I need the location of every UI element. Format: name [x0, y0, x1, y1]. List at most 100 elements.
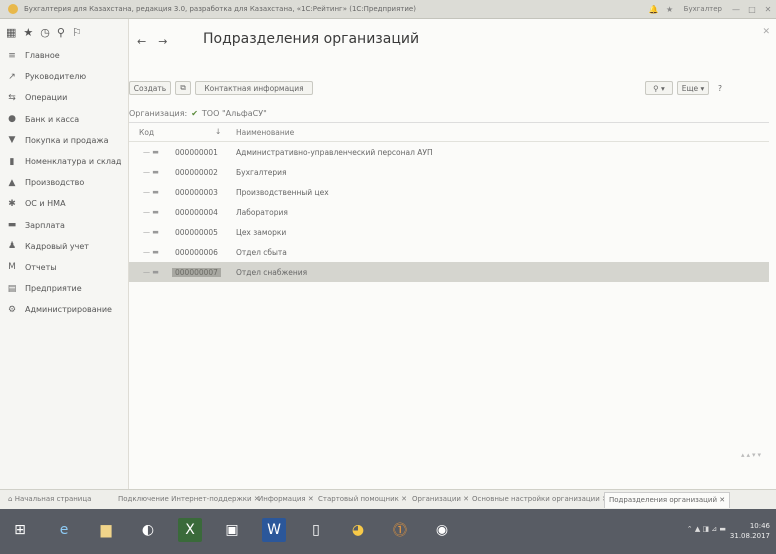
cell-name: Отдел сбыта [236, 248, 287, 257]
tab-close-icon[interactable]: ✕ [308, 495, 314, 503]
clock-date: 31.08.2017 [729, 532, 770, 540]
home-icon: ⌂ [8, 495, 13, 503]
tab-close-icon[interactable]: ✕ [463, 495, 469, 503]
photo-app-icon[interactable]: ▣ [220, 518, 244, 542]
tab-close-icon[interactable]: ✕ [401, 495, 407, 503]
cell-code: 000000003 [175, 188, 218, 197]
assets-icon: ✱ [8, 198, 16, 209]
copy-button[interactable]: ⧉ [175, 81, 191, 95]
tab-close-icon[interactable]: ✕ [719, 496, 725, 504]
sidebar-item-label: Руководителю [25, 72, 87, 82]
element-icon: — ▬ [143, 268, 159, 276]
tab-information[interactable]: Информация ✕ [258, 495, 314, 503]
admin-icon: ⚙ [7, 304, 17, 315]
close-form-icon[interactable]: ✕ [762, 27, 770, 37]
star-icon[interactable]: ★ [662, 5, 678, 14]
sidebar-item-label: Кадровый учет [25, 241, 89, 251]
bell-icon[interactable]: ⚐ [72, 26, 82, 39]
browser-icon[interactable]: ◉ [430, 518, 454, 542]
search-button[interactable]: ⚲ ▾ [645, 81, 673, 95]
sidebar-item-admin[interactable]: ⚙ Администрирование [0, 299, 128, 320]
forward-arrow-icon[interactable]: → [158, 35, 167, 48]
tab-departments-active[interactable]: Подразделения организаций ✕ [604, 492, 731, 508]
sidebar-toolbar: ▦ ★ ◷ ⚲ ⚐ [0, 19, 128, 45]
current-user[interactable]: Бухгалтер [684, 5, 722, 13]
search-icon[interactable]: ⚲ [57, 26, 65, 39]
tab-organizations[interactable]: Организации ✕ [412, 495, 469, 503]
column-header-name[interactable]: Наименование [236, 128, 294, 137]
cell-code: 000000006 [175, 248, 218, 257]
sidebar-item-label: Отчеты [25, 262, 57, 272]
table-row[interactable]: — ▬ 000000002 Бухгалтерия [129, 162, 769, 182]
sidebar-item-main[interactable]: ≡ Главное [0, 45, 128, 66]
more-button[interactable]: Еще ▾ [677, 81, 709, 95]
sidebar-item-label: Главное [25, 51, 60, 61]
1c-enterprise-icon[interactable]: ⓵ [388, 518, 412, 542]
sidebar-item-label: Покупка и продажа [25, 135, 109, 145]
table-row[interactable]: — ▬ 000000006 Отдел сбыта [129, 242, 769, 262]
enterprise-icon: ▤ [7, 283, 17, 294]
maximize-icon[interactable]: □ [744, 5, 760, 14]
sidebar-item-manager[interactable]: ↗ Руководителю [0, 66, 128, 87]
cell-code: 000000004 [175, 208, 218, 217]
column-header-code[interactable]: Код [139, 128, 154, 137]
filter-value[interactable]: ТОО "АльфаСУ" [202, 109, 267, 118]
tab-home[interactable]: ⌂ Начальная страница [8, 495, 91, 503]
back-arrow-icon[interactable]: ← [137, 35, 146, 48]
contact-info-button[interactable]: Контактная информация [195, 81, 313, 95]
notifications-icon[interactable]: 🔔 [646, 5, 662, 14]
sidebar-item-warehouse[interactable]: ▮ Номенклатура и склад [0, 151, 128, 172]
sidebar-item-production[interactable]: ▲ Производство [0, 172, 128, 193]
sidebar-item-operations[interactable]: ⇆ Операции [0, 87, 128, 108]
sidebar-item-label: Операции [25, 93, 68, 103]
sidebar-item-enterprise[interactable]: ▤ Предприятие [0, 278, 128, 299]
element-icon: — ▬ [143, 188, 159, 196]
word-icon[interactable]: W [262, 518, 286, 542]
warehouse-icon: ▮ [9, 156, 15, 167]
sidebar-item-label: ОС и НМА [25, 199, 66, 209]
help-button[interactable]: ? [713, 81, 727, 95]
table-row[interactable]: — ▬ 000000003 Производственный цех [129, 182, 769, 202]
scroll-navigation-icons[interactable]: ▴▴▾▾ [741, 451, 763, 459]
table-row[interactable]: — ▬ 000000005 Цех заморки [129, 222, 769, 242]
cell-code: 000000007 [172, 268, 221, 277]
app-logo-icon [8, 4, 18, 14]
internet-explorer-icon[interactable]: e [52, 518, 76, 542]
table-row-selected[interactable]: — ▬ 000000007 Отдел снабжения [129, 262, 769, 282]
system-clock[interactable]: 10:46 31.08.2017 [730, 521, 770, 541]
close-window-icon[interactable]: ✕ [760, 5, 776, 14]
create-button[interactable]: Создать [129, 81, 171, 95]
tab-internet-support[interactable]: Подключение Интернет-поддержки ✕ [118, 495, 260, 503]
cell-name: Административно-управленческий персонал … [236, 148, 433, 157]
start-button-icon[interactable]: ⊞ [8, 518, 32, 542]
excel-icon[interactable]: X [178, 518, 202, 542]
sidebar-item-label: Банк и касса [25, 114, 80, 124]
system-tray-icons[interactable]: ⌃ ▲ ◨ ⊿ ▬ [687, 525, 726, 533]
tab-org-settings[interactable]: Основные настройки организации ✕ [472, 495, 608, 503]
tab-label: Информация [258, 495, 306, 503]
grid-icon[interactable]: ▦ [6, 26, 16, 39]
checkbox-checked-icon[interactable]: ✔ [191, 109, 198, 118]
history-icon[interactable]: ◷ [40, 26, 50, 39]
app-icon[interactable]: ◐ [136, 518, 160, 542]
sort-ascending-icon: ↓ [215, 127, 222, 136]
sidebar-item-bank[interactable]: ● Банк и касса [0, 109, 128, 130]
favorites-icon[interactable]: ★ [23, 26, 33, 39]
table-row[interactable]: — ▬ 000000001 Административно-управленче… [129, 142, 769, 162]
navigation-buttons: ← → [137, 35, 167, 48]
tab-start-assistant[interactable]: Стартовый помощник ✕ [318, 495, 407, 503]
1c-app-icon[interactable]: ◕ [346, 518, 370, 542]
sidebar-item-salary[interactable]: ▬ Зарплата [0, 215, 128, 236]
organization-filter: Организация: ✔ ТОО "АльфаСУ" [129, 106, 267, 120]
form-toolbar: Создать ⧉ Контактная информация ⚲ ▾ Еще … [129, 81, 769, 99]
table-row[interactable]: — ▬ 000000004 Лаборатория [129, 202, 769, 222]
sidebar-item-personnel[interactable]: ♟ Кадровый учет [0, 236, 128, 257]
notes-icon[interactable]: ▯ [304, 518, 328, 542]
sidebar-item-reports[interactable]: M Отчеты [0, 257, 128, 278]
sidebar-item-label: Номенклатура и склад [25, 157, 122, 167]
sidebar-item-assets[interactable]: ✱ ОС и НМА [0, 193, 128, 214]
sidebar-item-label: Предприятие [25, 284, 82, 294]
file-explorer-icon[interactable]: ▆ [94, 518, 118, 542]
sidebar-item-sales[interactable]: ▼ Покупка и продажа [0, 130, 128, 151]
minimize-icon[interactable]: — [728, 5, 744, 14]
